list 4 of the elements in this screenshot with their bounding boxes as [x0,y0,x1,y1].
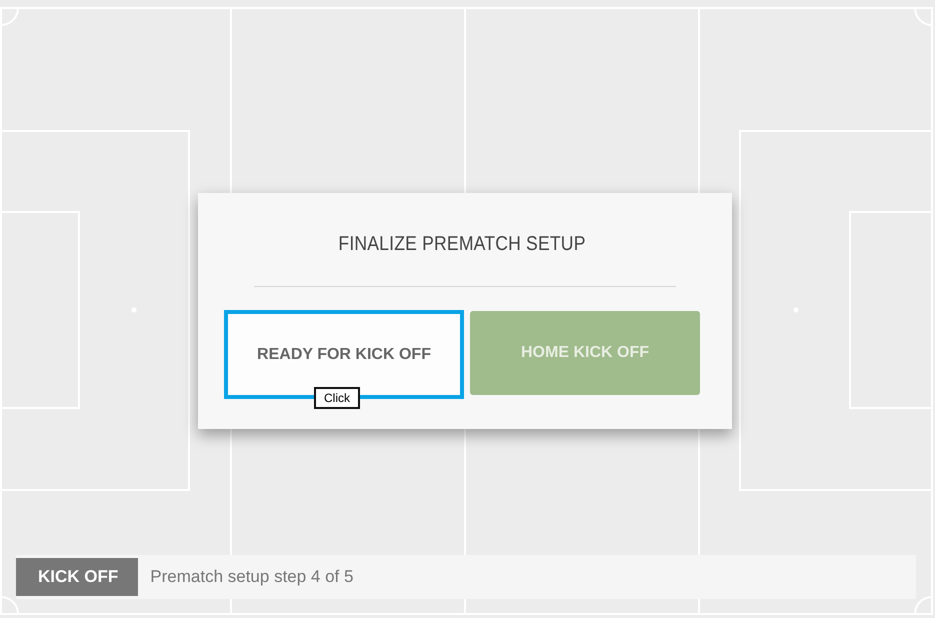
tooltip: Click [314,387,360,409]
status-text: Prematch setup step 4 of 5 [150,567,354,587]
status-badge: KICK OFF [16,558,138,596]
dialog-title: FINALIZE PREMATCH SETUP [337,233,587,256]
